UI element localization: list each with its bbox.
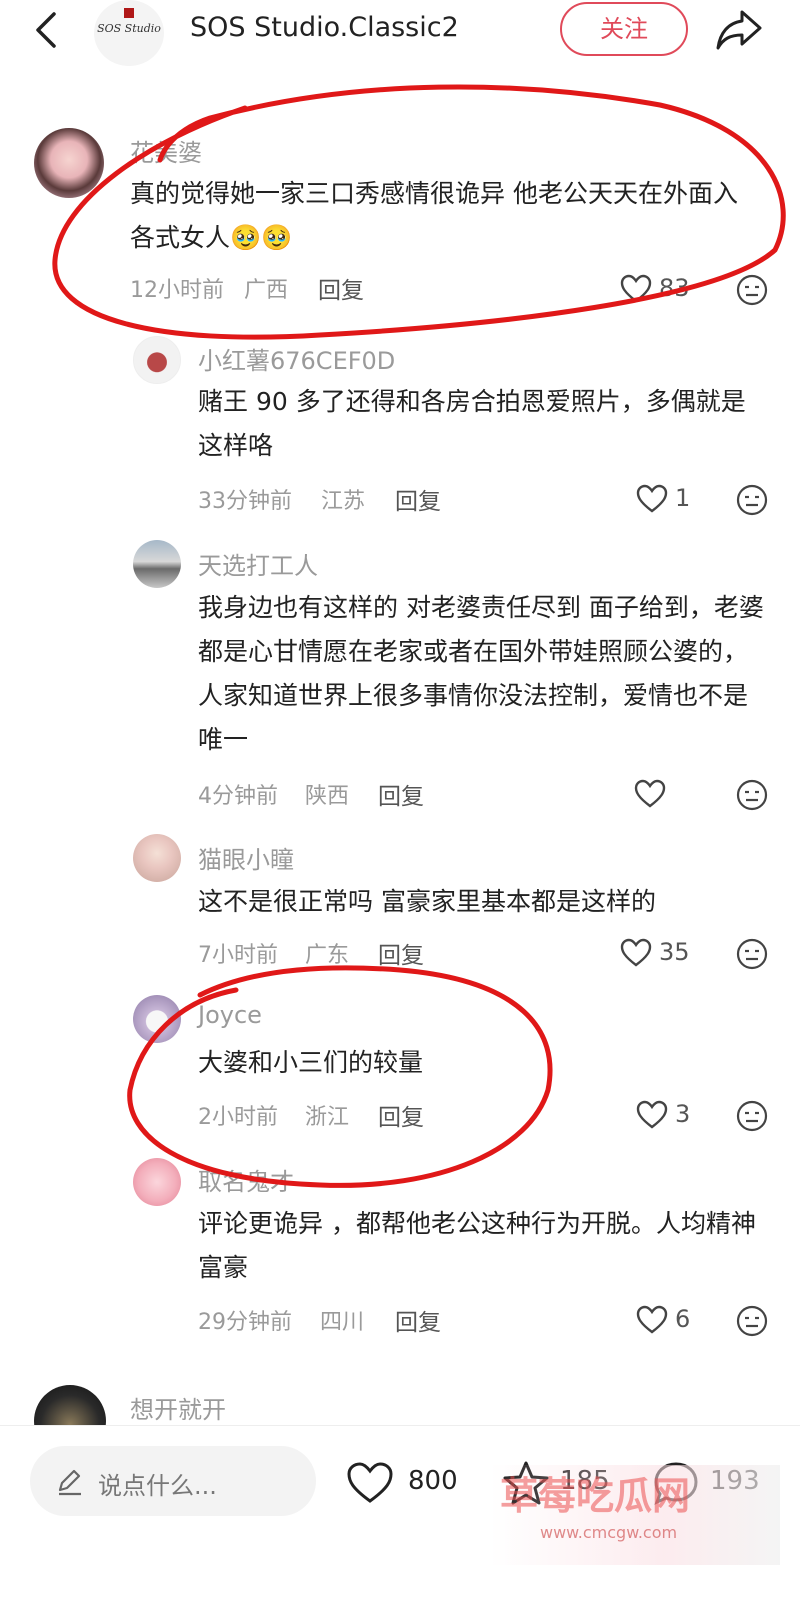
comment-input-placeholder: 说点什么...	[98, 1472, 217, 1500]
comment-region: 浙江	[305, 1105, 350, 1130]
like-count: 3	[675, 1100, 691, 1128]
reply-button[interactable]: 回复	[378, 1098, 424, 1132]
avatar[interactable]	[34, 128, 104, 198]
comment-username[interactable]: 猫眼小瞳	[198, 840, 294, 875]
top-bar: SOS Studio SOS Studio.Classic2 关注	[0, 0, 800, 66]
reply-button[interactable]: 回复	[395, 482, 441, 516]
like-heart-icon[interactable]	[636, 1305, 668, 1335]
watermark-text: 草莓吃瓜网	[500, 1474, 691, 1518]
dislike-face-icon[interactable]	[736, 779, 768, 811]
comment-text: 大婆和小三们的较量	[198, 1048, 424, 1077]
like-heart-icon[interactable]	[620, 938, 652, 968]
comment-text: 真的觉得她一家三口秀感情很诡异 他老公天天在外面入各式女人🥹🥹	[130, 179, 738, 252]
like-count: 35	[659, 938, 690, 966]
logo-seal-icon	[124, 8, 134, 18]
avatar[interactable]	[133, 834, 181, 882]
avatar[interactable]	[133, 1158, 181, 1206]
comment-time: 12小时前	[130, 278, 224, 303]
post-like-count: 800	[408, 1466, 458, 1496]
comment-region: 四川	[320, 1310, 365, 1335]
reply-button[interactable]: 回复	[378, 777, 424, 811]
like-count: 1	[675, 484, 691, 512]
comment-username[interactable]: 花美婆	[130, 133, 202, 168]
comment-region: 广东	[305, 943, 350, 968]
like-heart-icon[interactable]	[346, 1461, 394, 1505]
comment-text: 我身边也有这样的 对老婆责任尽到 面子给到，老婆都是心甘情愿在老家或者在国外带娃…	[198, 593, 764, 754]
comment-time: 2小时前	[198, 1105, 278, 1130]
reply-button[interactable]: 回复	[378, 936, 424, 970]
watermark-url: www.cmcgw.com	[540, 1523, 678, 1542]
pen-icon	[58, 1469, 81, 1496]
dislike-face-icon[interactable]	[736, 274, 768, 306]
comment-username[interactable]: 取名鬼才	[198, 1162, 294, 1197]
dislike-face-icon[interactable]	[736, 484, 768, 516]
avatar[interactable]	[133, 540, 181, 588]
comment-text: 这不是很正常吗 富豪家里基本都是这样的	[198, 887, 656, 916]
comment-text: 评论更诡异 ，都帮他老公这种行为开脱。人均精神富豪	[198, 1209, 756, 1282]
like-heart-icon[interactable]	[620, 274, 652, 304]
author-name[interactable]: SOS Studio.Classic2	[190, 12, 459, 43]
dislike-face-icon[interactable]	[736, 1100, 768, 1132]
comment-region: 陕西	[305, 784, 350, 809]
comment-region: 广西	[244, 278, 289, 303]
reply-button[interactable]: 回复	[395, 1303, 441, 1337]
comment-username[interactable]: 想开就开	[130, 1390, 226, 1425]
logo-text: SOS Studio	[97, 22, 161, 35]
share-icon[interactable]	[714, 6, 764, 52]
avatar[interactable]	[133, 336, 181, 384]
avatar[interactable]	[133, 995, 181, 1043]
follow-button[interactable]: 关注	[560, 2, 688, 56]
comment-time: 29分钟前	[198, 1310, 292, 1335]
comment-region: 江苏	[321, 489, 366, 514]
comment-time: 33分钟前	[198, 489, 292, 514]
dislike-face-icon[interactable]	[736, 1305, 768, 1337]
like-count: 6	[675, 1305, 691, 1333]
dislike-face-icon[interactable]	[736, 938, 768, 970]
like-count: 83	[659, 274, 690, 302]
comment-text: 赌王 90 多了还得和各房合拍恩爱照片，多偶就是这样咯	[198, 387, 746, 460]
back-arrow-icon[interactable]	[28, 10, 68, 50]
comment-username[interactable]: 天选打工人	[198, 546, 318, 581]
reply-button[interactable]: 回复	[318, 271, 364, 305]
comment-username[interactable]: Joyce	[198, 1001, 262, 1029]
comment-input[interactable]: 说点什么...	[30, 1446, 316, 1516]
like-heart-icon[interactable]	[636, 1100, 668, 1130]
like-heart-icon[interactable]	[634, 779, 666, 809]
like-heart-icon[interactable]	[636, 484, 668, 514]
author-avatar[interactable]: SOS Studio	[94, 0, 164, 66]
comment-username[interactable]: 小红薯676CEF0D	[198, 341, 395, 376]
comment-time: 4分钟前	[198, 784, 278, 809]
comment-time: 7小时前	[198, 943, 278, 968]
